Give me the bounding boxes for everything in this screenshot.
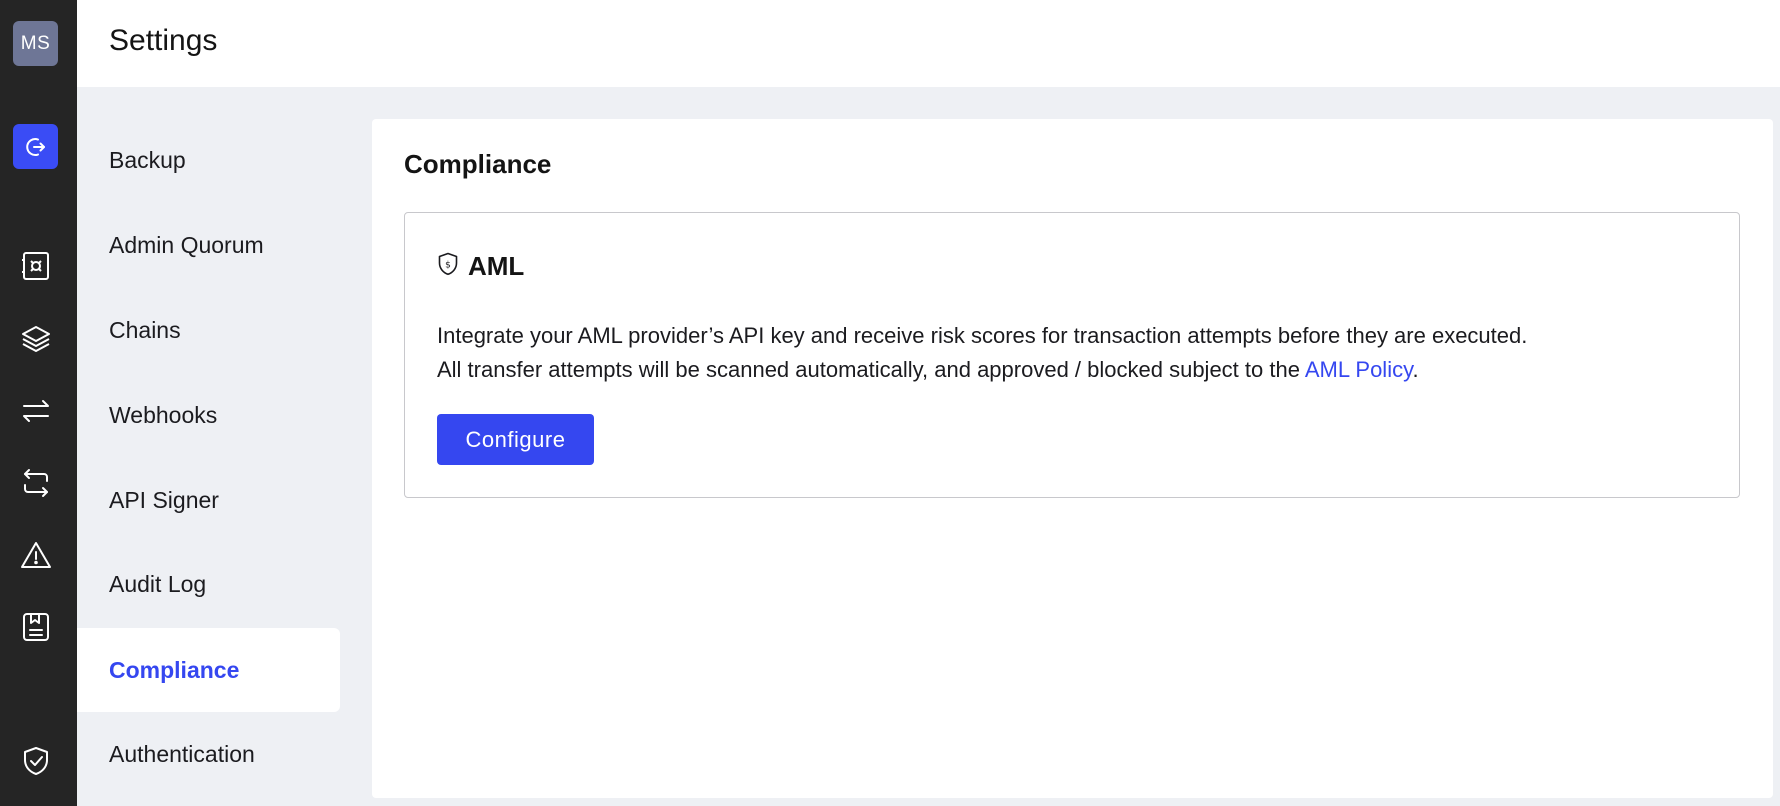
layers-icon[interactable]: [18, 321, 54, 357]
aml-policy-link[interactable]: AML Policy: [1305, 357, 1413, 382]
shield-check-icon[interactable]: [18, 743, 54, 779]
shield-dollar-icon: $: [437, 252, 459, 281]
logout-icon: [24, 135, 48, 159]
compliance-panel: Compliance $ AML Integrate your AML prov…: [372, 119, 1773, 798]
aml-title: AML: [468, 251, 525, 281]
aml-description: Integrate your AML provider’s API key an…: [437, 319, 1717, 387]
page-title: Settings: [109, 24, 218, 57]
avatar[interactable]: MS: [13, 21, 58, 66]
nav-item-backup[interactable]: Backup: [77, 118, 340, 202]
aml-description-line2-text: All transfer attempts will be scanned au…: [437, 357, 1305, 382]
policy-icon[interactable]: [18, 609, 54, 645]
nav-item-api-signer[interactable]: API Signer: [77, 458, 340, 542]
aml-description-line2-end: .: [1412, 357, 1419, 382]
swap-icon[interactable]: [18, 465, 54, 501]
vault-icon[interactable]: [18, 248, 54, 284]
aml-card-header: $ AML: [437, 251, 524, 282]
nav-item-webhooks[interactable]: Webhooks: [77, 373, 340, 457]
nav-item-admin-quorum[interactable]: Admin Quorum: [77, 203, 340, 287]
nav-item-authentication[interactable]: Authentication: [77, 712, 340, 796]
transfer-icon[interactable]: [18, 393, 54, 429]
aml-description-line2: All transfer attempts will be scanned au…: [437, 353, 1717, 387]
icon-rail: MS: [0, 0, 77, 806]
nav-item-chains[interactable]: Chains: [77, 288, 340, 372]
aml-card: $ AML Integrate your AML provider’s API …: [404, 212, 1740, 498]
section-title: Compliance: [404, 149, 552, 179]
nav-item-compliance[interactable]: Compliance: [77, 628, 340, 712]
logout-button[interactable]: [13, 124, 58, 169]
alert-icon[interactable]: [18, 537, 54, 573]
configure-button[interactable]: Configure: [437, 414, 594, 465]
page-header: Settings: [77, 0, 1780, 87]
nav-item-audit-log[interactable]: Audit Log: [77, 542, 340, 626]
aml-description-line1: Integrate your AML provider’s API key an…: [437, 323, 1528, 348]
svg-text:$: $: [445, 261, 451, 271]
